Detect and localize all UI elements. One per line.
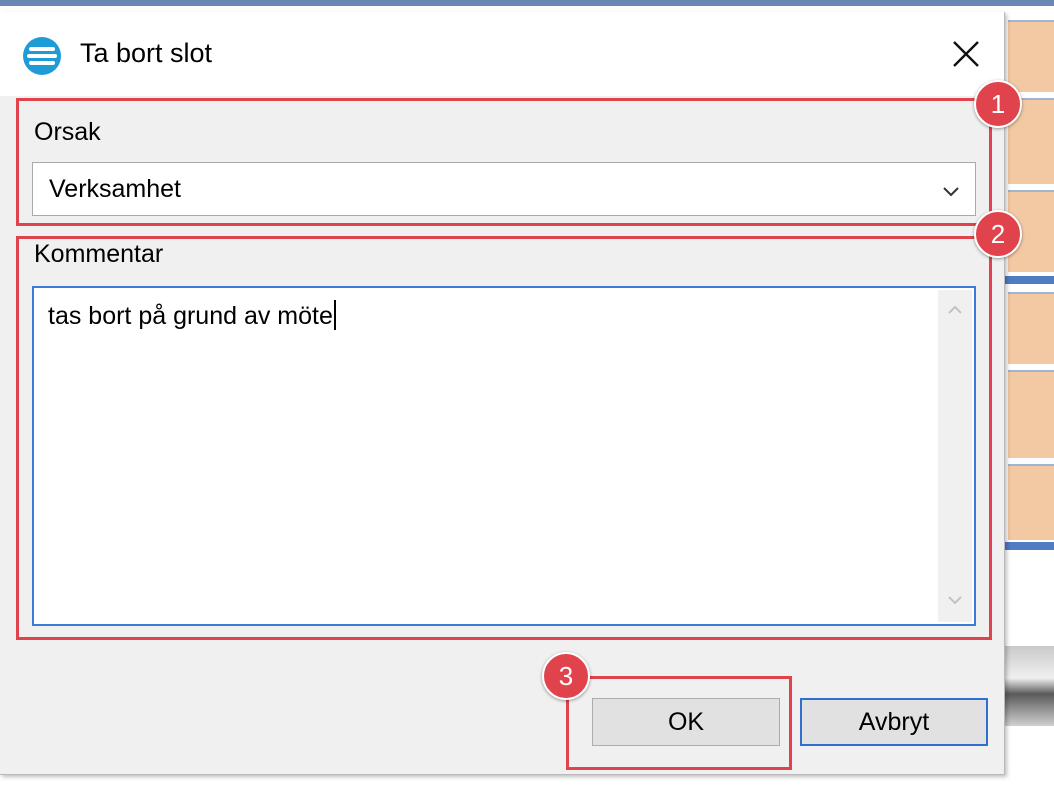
background-separator: [1004, 276, 1054, 284]
background-toolbar: [1004, 646, 1054, 726]
background-separator: [1004, 542, 1054, 550]
background-cell: [1008, 370, 1054, 458]
cancel-button[interactable]: Avbryt: [800, 698, 988, 746]
annotation-badge-2: 2: [974, 210, 1022, 258]
background-cell: [1008, 20, 1054, 92]
background-cell: [1008, 292, 1054, 364]
annotation-highlight-comment: [16, 236, 992, 640]
annotation-highlight-reason: [16, 98, 992, 226]
annotation-badge-3: 3: [542, 652, 590, 700]
background-cell: [1008, 464, 1054, 540]
dialog-title: Ta bort slot: [80, 38, 213, 68]
close-icon[interactable]: [940, 28, 992, 80]
dialog-titlebar: Ta bort slot: [0, 12, 1004, 96]
background-app-area: [1004, 6, 1054, 794]
background-window-border: [0, 0, 1054, 6]
annotation-highlight-ok: [566, 676, 792, 770]
annotation-badge-1: 1: [974, 80, 1022, 128]
app-logo-icon: [22, 36, 62, 76]
